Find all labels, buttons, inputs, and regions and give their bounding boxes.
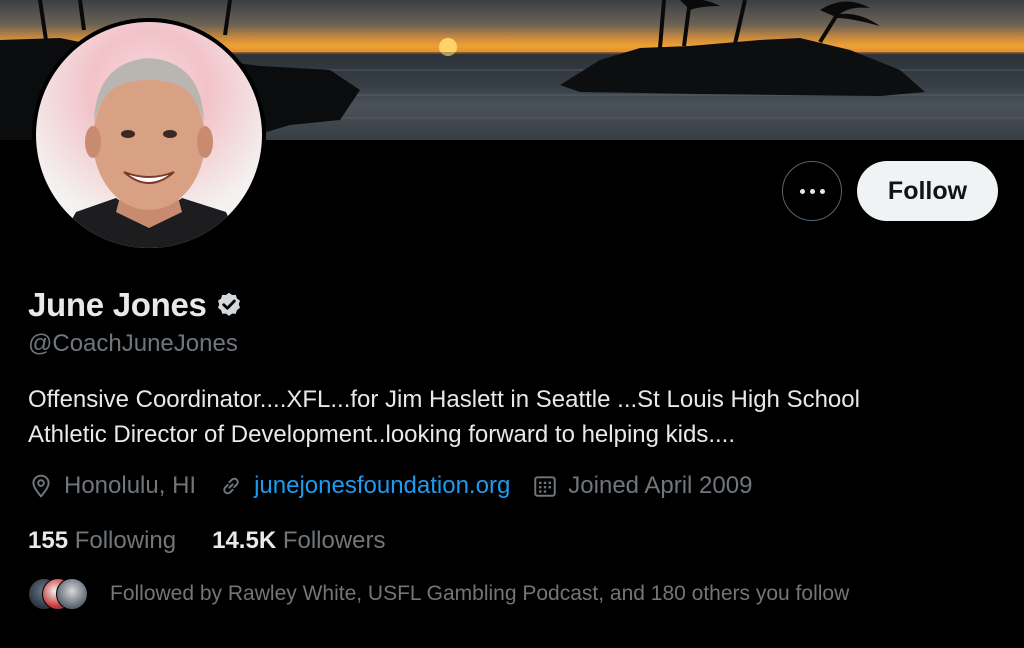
- bio-line: Offensive Coordinator....XFL...for Jim H…: [28, 386, 860, 413]
- followers-you-know-avatars: [28, 578, 92, 610]
- profile-handle: @CoachJuneJones: [28, 330, 238, 357]
- following-label: Following: [74, 527, 177, 554]
- bio-line: Athletic Director of Development..lookin…: [28, 421, 736, 448]
- follow-button[interactable]: Follow: [857, 161, 998, 221]
- location-text: Honolulu, HI: [64, 472, 197, 499]
- link-icon: [223, 477, 239, 495]
- profile-stats: 155 Following 14.5K Followers: [28, 527, 422, 555]
- profile-bio: Offensive Coordinator....XFL...for Jim H…: [28, 382, 988, 452]
- followed-by-row[interactable]: Followed by Rawley White, USFL Gambling …: [28, 578, 849, 610]
- followers-stat[interactable]: 14.5K Followers: [212, 527, 385, 555]
- followers-label: Followers: [282, 527, 386, 554]
- location-icon: [32, 474, 50, 498]
- profile-name-row: June Jones: [28, 286, 243, 324]
- joined-item: Joined April 2009: [532, 472, 752, 500]
- verified-badge-icon[interactable]: [215, 291, 243, 319]
- followers-count: 14.5K: [212, 527, 277, 554]
- following-stat[interactable]: 155 Following: [28, 527, 176, 555]
- avatar-photo: [36, 22, 262, 248]
- website-item[interactable]: junejonesfoundation.org: [218, 472, 510, 500]
- avatar: [56, 578, 88, 610]
- profile-meta: Honolulu, HI junejonesfoundation.org Joi…: [28, 472, 774, 500]
- more-options-button[interactable]: [782, 161, 842, 221]
- more-icon: [797, 188, 827, 194]
- calendar-icon: [534, 476, 557, 497]
- following-count: 155: [28, 527, 69, 554]
- followed-by-text[interactable]: Followed by Rawley White, USFL Gambling …: [110, 582, 849, 606]
- website-link[interactable]: junejonesfoundation.org: [254, 472, 510, 500]
- location-item: Honolulu, HI: [28, 472, 196, 500]
- joined-text: Joined April 2009: [568, 472, 753, 499]
- profile-avatar[interactable]: [32, 18, 266, 252]
- display-name: June Jones: [28, 286, 207, 323]
